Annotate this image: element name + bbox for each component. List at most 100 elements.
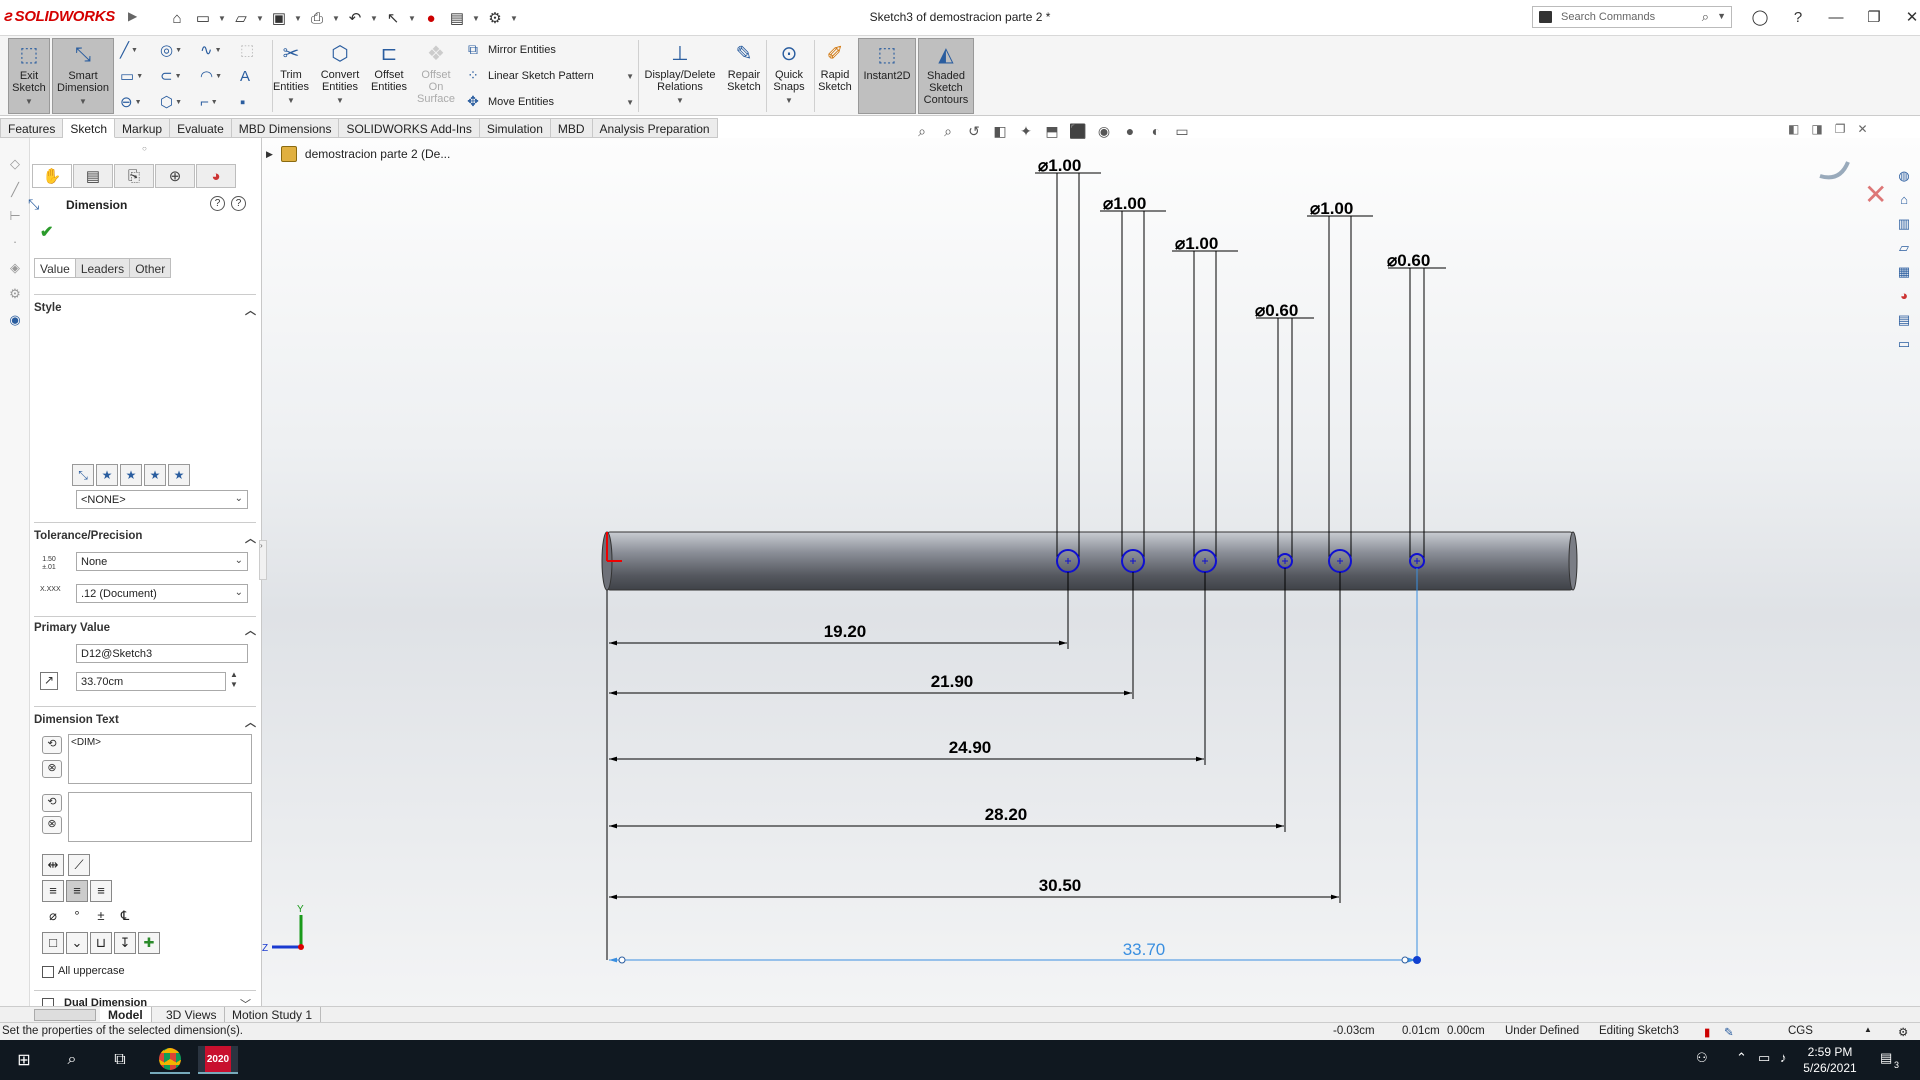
axis-icon[interactable]: ⊢	[6, 208, 24, 226]
line-icon[interactable]: ╱	[6, 182, 24, 200]
dimension-text-above[interactable]: <DIM>	[68, 734, 252, 784]
tab-value[interactable]: Value	[34, 258, 76, 278]
chamfer-icon[interactable]: ⌐ ▼	[200, 92, 226, 112]
featuremanager-tab[interactable]: ✋	[32, 164, 72, 188]
tile-left-icon[interactable]: ◧	[1788, 122, 1799, 136]
chevron-down-icon[interactable]: ▼	[370, 14, 378, 23]
chevron-down-icon[interactable]: ▼	[626, 72, 634, 81]
tile-right-icon[interactable]: ◨	[1811, 122, 1822, 136]
search-icon[interactable]: ⌕	[1702, 9, 1709, 25]
tab-scroll-buttons[interactable]	[34, 1009, 96, 1021]
point-icon[interactable]: ▪	[240, 92, 266, 112]
sketch-relations-icon[interactable]: ✎	[1724, 1025, 1734, 1039]
chevron-down-icon[interactable]: ▼	[287, 95, 295, 107]
dimension-name-field[interactable]: D12@Sketch3	[76, 644, 248, 663]
rebuild-icon[interactable]: ▮	[1704, 1025, 1710, 1039]
chevron-down-icon[interactable]: ▼	[1717, 11, 1726, 21]
people-icon[interactable]: ⚇	[1696, 1050, 1708, 1066]
network-icon[interactable]: ▭	[1758, 1050, 1770, 1066]
chrome-taskbar-button[interactable]	[150, 1046, 190, 1074]
forum-icon[interactable]: ▭	[1894, 336, 1914, 354]
update-style-icon[interactable]: ★	[120, 464, 142, 486]
point-icon[interactable]: ·	[6, 234, 24, 252]
home-icon[interactable]: ⌂	[166, 7, 188, 29]
circle-icon[interactable]: ◎ ▼	[160, 40, 186, 60]
tab-3d-views[interactable]: 3D Views	[158, 1007, 226, 1023]
print-icon[interactable]: ⎙	[306, 7, 328, 29]
precision-select[interactable]: .12 (Document) ⌄	[76, 584, 248, 603]
volume-icon[interactable]: ♪	[1780, 1050, 1787, 1065]
chevron-up-icon[interactable]: ︿	[245, 714, 256, 730]
more-symbols-icon[interactable]: ✚	[138, 932, 160, 954]
apply-scene-icon[interactable]: ◐	[1146, 122, 1166, 140]
hide-show-items-icon[interactable]: ◉	[1094, 122, 1114, 140]
repair-sketch-button[interactable]: ✎ Repair Sketch	[724, 38, 764, 114]
chevron-down-icon[interactable]: ▼	[626, 98, 634, 107]
settings-icon[interactable]: ⚙	[6, 286, 24, 304]
rapid-sketch-button[interactable]: ✐ Rapid Sketch	[818, 38, 852, 114]
chevron-down-icon[interactable]: ▼	[785, 95, 793, 107]
display-delete-relations-button[interactable]: ⊥ Display/Delete Relations ▼	[642, 38, 718, 114]
close-icon[interactable]: ✕	[1896, 5, 1920, 29]
panel-collapse-handle[interactable]: ›	[259, 540, 267, 580]
smart-dimension-button[interactable]: ⤡ Smart Dimension ▼	[52, 38, 114, 114]
clear-text-icon[interactable]: ⊗	[42, 816, 62, 834]
panel-grip-icon[interactable]: ○	[142, 144, 147, 153]
ok-checkmark-icon[interactable]: ✔	[40, 222, 53, 242]
shaded-sketch-contours-button[interactable]: ◭ Shaded Sketch Contours	[918, 38, 974, 114]
graphics-area[interactable]	[262, 138, 1920, 1006]
home-icon[interactable]: ⌂	[1894, 192, 1914, 210]
featuremanager-flyout[interactable]: ▶ demostracion parte 2 (De...	[266, 146, 450, 162]
tab-features[interactable]: Features	[0, 118, 64, 138]
help-icon[interactable]: ?	[1782, 5, 1814, 29]
close-icon[interactable]: ✕	[1857, 122, 1867, 136]
whats-wrong-icon[interactable]: ?	[210, 196, 225, 211]
solidworks-taskbar-button[interactable]: 2020	[198, 1046, 238, 1074]
diameter-symbol-icon[interactable]: ⌀	[42, 906, 64, 928]
chevron-up-icon[interactable]: ︿	[245, 302, 256, 318]
all-uppercase-checkbox[interactable]	[42, 966, 54, 978]
dimension-text-below[interactable]	[68, 792, 252, 842]
chevron-down-icon[interactable]: ▼	[25, 96, 33, 108]
tab-solidworks-add-ins[interactable]: SOLIDWORKS Add-Ins	[339, 118, 480, 138]
chevron-down-icon[interactable]: ▼	[79, 96, 87, 108]
display-style-icon[interactable]: ⬛	[1068, 122, 1088, 140]
square-symbol-icon[interactable]: □	[42, 932, 64, 954]
file-properties-icon[interactable]: ▤	[446, 7, 468, 29]
quick-snaps-button[interactable]: ⊙ Quick Snaps ▼	[770, 38, 808, 114]
align-right-icon[interactable]: ≡	[90, 880, 112, 902]
tab-simulation[interactable]: Simulation	[479, 118, 551, 138]
chevron-down-icon[interactable]: ▼	[256, 14, 264, 23]
dynamic-annotation-icon[interactable]: ✦	[1016, 122, 1036, 140]
customize-icon[interactable]: ⚙	[1898, 1025, 1908, 1039]
save-style-icon[interactable]: ★	[168, 464, 190, 486]
zoom-to-fit-icon[interactable]: ⌕	[912, 122, 932, 140]
tolerance-type-select[interactable]: None ⌄	[76, 552, 248, 571]
menu-arrow-icon[interactable]: ▶	[128, 9, 137, 23]
mate-icon[interactable]: ◈	[6, 260, 24, 278]
align-left-icon[interactable]: ≡	[42, 880, 64, 902]
minimize-icon[interactable]: —	[1820, 5, 1852, 29]
tab-leaders[interactable]: Leaders	[74, 258, 131, 278]
counterbore-symbol-icon[interactable]: ⊔	[90, 932, 112, 954]
zoom-to-area-icon[interactable]: ⌕	[938, 122, 958, 140]
slot-icon[interactable]: ⊂ ▼	[160, 66, 186, 86]
options-gear-icon[interactable]: ⚙	[484, 7, 506, 29]
chevron-up-icon[interactable]: ▲	[1864, 1025, 1872, 1034]
tab-mbd[interactable]: MBD	[550, 118, 593, 138]
sensor-icon[interactable]: ◉	[6, 312, 24, 330]
chevron-down-icon[interactable]: ▼	[332, 14, 340, 23]
align-center-icon[interactable]: ≡	[66, 880, 88, 902]
straight-slot-icon[interactable]: ⊖ ▼	[120, 92, 146, 112]
move-entities-button[interactable]: ✥ Move Entities ▼	[464, 91, 634, 113]
task-view-icon[interactable]: ⧉	[100, 1046, 140, 1074]
tab-sketch[interactable]: Sketch	[63, 118, 116, 138]
countersink-symbol-icon[interactable]: ⌄	[66, 932, 88, 954]
chevron-up-icon[interactable]: ⌃	[1736, 1050, 1747, 1066]
driven-dimension-icon[interactable]: ↗	[40, 672, 58, 690]
polygon-icon[interactable]: ⬡ ▼	[160, 92, 186, 112]
display-manager-tab[interactable]: ◕	[196, 164, 236, 188]
new-document-icon[interactable]: ▭	[192, 7, 214, 29]
expand-arrow-icon[interactable]: ▶	[266, 149, 273, 160]
windows-start-icon[interactable]: ⊞	[4, 1046, 44, 1074]
